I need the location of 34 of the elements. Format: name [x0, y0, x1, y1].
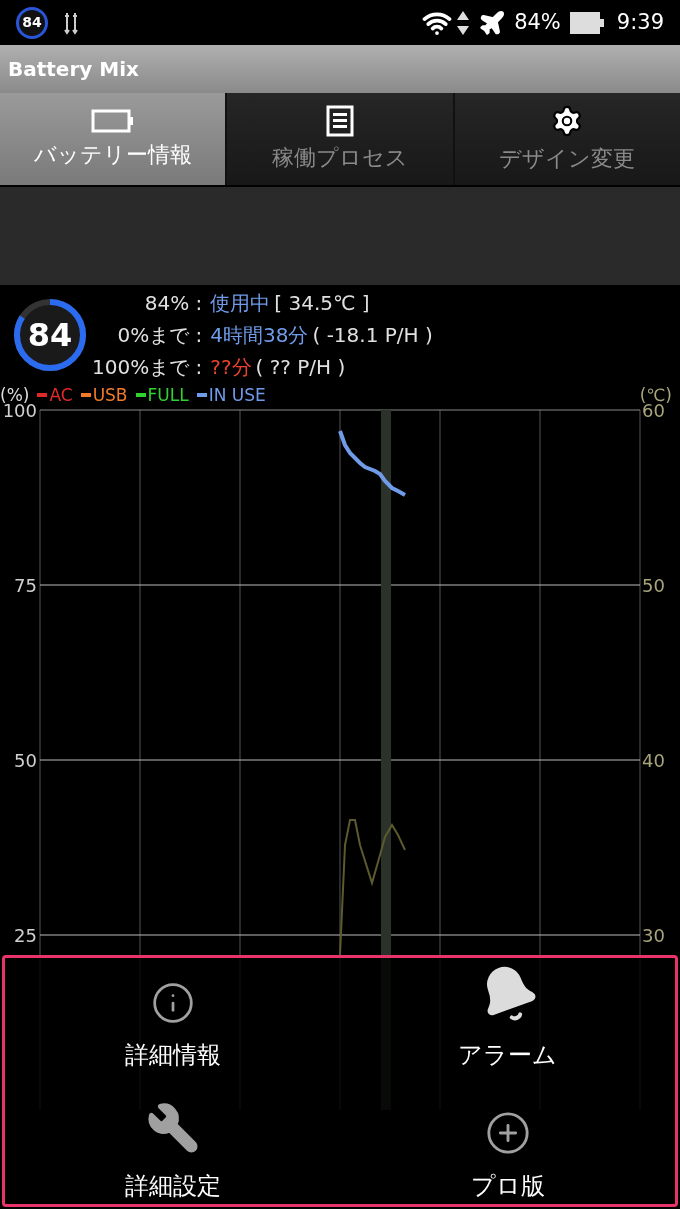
info-detail: ( ?? P/H ) — [255, 355, 346, 379]
info-detail: ( -18.1 P/H ) — [312, 323, 433, 347]
battery-icon — [90, 107, 135, 134]
battery-level-badge: 84 — [16, 6, 48, 39]
legend-label: USB — [92, 386, 128, 404]
app-title: Battery Mix — [8, 56, 139, 83]
debug-icon — [64, 10, 78, 35]
airplane-icon — [478, 8, 507, 37]
info-label: 0%まで : — [116, 322, 203, 349]
gauge-value: 84 — [26, 315, 74, 356]
battery-percent: 84% — [514, 8, 561, 36]
legend-label: FULL — [147, 386, 189, 404]
info-icon — [150, 981, 195, 1025]
tab[interactable]: デザイン変更 — [454, 93, 680, 185]
info-value: ??分 — [210, 355, 252, 379]
info-label: 100%まで : — [92, 354, 203, 381]
menu-item[interactable]: アラーム — [340, 958, 675, 1081]
menu-item[interactable]: 詳細情報 — [5, 958, 340, 1081]
info-label: 84% : — [143, 290, 203, 317]
legend-label: IN USE — [208, 386, 266, 404]
info-detail: [ 34.5℃ ] — [274, 291, 370, 315]
info-value: 4時間38分 — [210, 323, 309, 347]
unit-label: (℃) — [639, 386, 672, 404]
list-icon — [326, 104, 354, 137]
unit-label: (%) — [0, 386, 30, 404]
plus-icon — [484, 1110, 531, 1156]
menu-item[interactable]: プロ版 — [340, 1081, 675, 1204]
battery-icon — [568, 10, 605, 35]
info-value: 使用中 — [210, 291, 271, 315]
legend-label: AC — [49, 386, 73, 404]
tab[interactable]: 稼働プロセス — [227, 93, 453, 185]
menu-item[interactable]: 詳細設定 — [5, 1081, 340, 1204]
clock: 9:39 — [616, 8, 664, 36]
tab[interactable]: バッテリー情報 — [0, 93, 226, 185]
